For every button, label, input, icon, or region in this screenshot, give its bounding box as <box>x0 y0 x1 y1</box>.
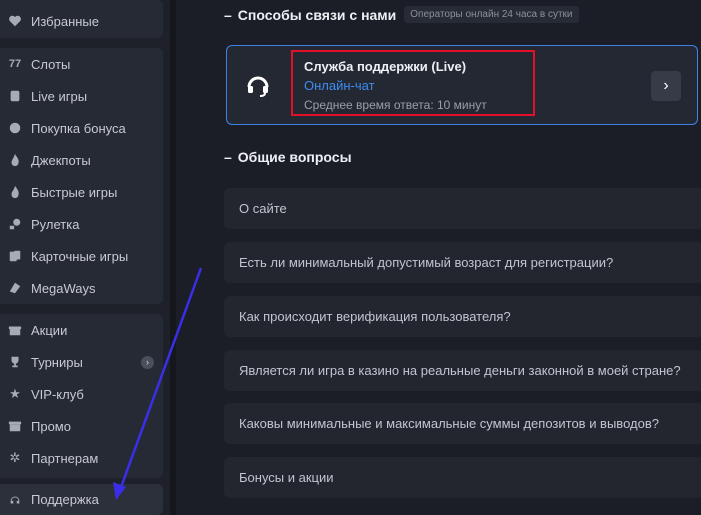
sidebar-item-label: Поддержка <box>31 492 99 507</box>
sidebar-item-promo[interactable]: Промо <box>0 410 163 442</box>
sidebar-group-favorites: Избранные <box>0 0 163 38</box>
sidebar-item-label: Быстрые игры <box>31 184 118 200</box>
gift-icon <box>8 323 22 337</box>
sidebar-item-vip-club[interactable]: ★ VIP-клуб <box>0 378 163 410</box>
main-content: – Способы связи с нами Операторы онлайн … <box>202 0 701 515</box>
sidebar-item-label: Карточные игры <box>31 248 129 264</box>
sidebar-item-slots[interactable]: 77 Слоты <box>0 48 163 80</box>
faq-question: Каковы минимальные и максимальные суммы … <box>239 416 659 431</box>
sidebar-item-bonus-buy[interactable]: Покупка бонуса <box>0 112 163 144</box>
sidebar-item-label: Акции <box>31 322 68 338</box>
contact-title-text: Способы связи с нами <box>237 6 397 23</box>
faq-item[interactable]: Каковы минимальные и максимальные суммы … <box>224 403 701 444</box>
operators-online-badge: Операторы онлайн 24 часа в сутки <box>404 6 579 23</box>
faq-question: Есть ли минимальный допустимый возраст д… <box>239 255 614 270</box>
tournaments-expand-icon[interactable]: › <box>141 355 154 369</box>
faq-item[interactable]: Бонусы и акции <box>224 457 701 498</box>
star-icon: ★ <box>9 386 21 401</box>
sidebar-group-more: Акции Турниры › ★ VIP-клуб Промо ✲ Партн… <box>0 314 163 478</box>
sidebar-item-fast-games[interactable]: Быстрые игры <box>0 176 163 208</box>
sidebar-item-label: VIP-клуб <box>31 386 84 402</box>
sidebar-item-label: Рулетка <box>31 216 80 232</box>
open-support-button[interactable]: › <box>651 71 681 101</box>
faq-item[interactable]: Является ли игра в казино на реальные де… <box>224 350 701 391</box>
live-support-card[interactable]: Служба поддержки (Live) Онлайн-чат Средн… <box>226 45 698 125</box>
sidebar-item-tournaments[interactable]: Турниры › <box>0 346 163 378</box>
sidebar-item-label: Промо <box>31 418 71 434</box>
sidebar-item-label: Турниры <box>31 354 83 370</box>
faq-question: Бонусы и акции <box>239 470 334 485</box>
headset-icon <box>245 72 271 98</box>
faq-question: Является ли игра в казино на реальные де… <box>239 363 681 378</box>
sidebar-item-live-games[interactable]: Live игры <box>0 80 163 112</box>
bonus-buy-icon <box>8 121 22 135</box>
sidebar-item-label: Джекпоты <box>31 152 91 168</box>
sidebar-item-jackpots[interactable]: Джекпоты <box>0 144 163 176</box>
sidebar-item-label: Live игры <box>31 88 88 104</box>
partners-icon: ✲ <box>9 450 21 465</box>
sidebar-item-support[interactable]: Поддержка <box>0 484 163 515</box>
sidebar-item-label: Избранные <box>31 13 99 29</box>
headset-icon <box>8 493 22 507</box>
faq-section-title: – Общие вопросы <box>224 149 352 165</box>
sidebar-group-support: Поддержка <box>0 484 163 515</box>
faq-item[interactable]: Как происходит верификация пользователя? <box>224 296 701 337</box>
promo-icon <box>8 419 22 433</box>
trophy-icon <box>8 355 22 369</box>
live-games-icon <box>8 89 22 103</box>
faq-title-text: Общие вопросы <box>237 149 352 165</box>
sidebar-item-promotions[interactable]: Акции <box>0 314 163 346</box>
slots-icon: 77 <box>8 58 22 70</box>
sidebar-item-label: Покупка бонуса <box>31 120 126 136</box>
sidebar-scrollbar[interactable] <box>170 0 176 515</box>
megaways-icon <box>8 281 22 295</box>
title-dash: – <box>224 6 232 23</box>
faq-question: О сайте <box>239 201 287 216</box>
sidebar-item-label: MegaWays <box>31 280 96 296</box>
red-highlight-annotation <box>291 50 535 116</box>
faq-item[interactable]: О сайте <box>224 188 701 229</box>
sidebar-item-favorites[interactable]: Избранные <box>0 0 163 38</box>
cards-icon <box>8 249 22 263</box>
sidebar-item-partners[interactable]: ✲ Партнерам <box>0 442 163 474</box>
faq-item[interactable]: Есть ли минимальный допустимый возраст д… <box>224 242 701 283</box>
sidebar-item-megaways[interactable]: MegaWays <box>0 272 163 304</box>
sidebar-item-label: Партнерам <box>31 450 99 466</box>
chevron-right-icon: › <box>663 77 669 94</box>
fire-icon <box>8 185 22 199</box>
sidebar-item-roulette[interactable]: Рулетка <box>0 208 163 240</box>
sidebar-group-games: 77 Слоты Live игры Покупка бонуса Джекпо… <box>0 48 163 304</box>
flame-icon <box>8 153 22 167</box>
roulette-icon <box>8 217 22 231</box>
sidebar-item-card-games[interactable]: Карточные игры <box>0 240 163 272</box>
faq-question: Как происходит верификация пользователя? <box>239 309 511 324</box>
sidebar: Избранные 77 Слоты Live игры Покупка бон… <box>0 0 176 515</box>
sidebar-item-label: Слоты <box>31 56 71 72</box>
contact-section-title: – Способы связи с нами Операторы онлайн … <box>224 6 579 23</box>
heart-icon <box>8 14 22 28</box>
title-dash: – <box>224 149 232 165</box>
